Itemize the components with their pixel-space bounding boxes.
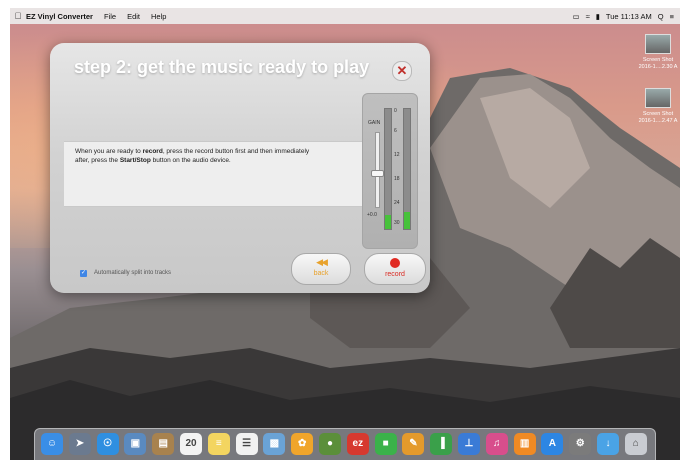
record-label: record [385, 271, 405, 278]
desktop:  EZ Vinyl Converter File Edit Help ▭ ≈ … [10, 8, 680, 460]
keynote-icon[interactable]: ⊥ [458, 433, 480, 455]
back-button[interactable]: ◀◀ back [291, 253, 351, 285]
menu-bar:  EZ Vinyl Converter File Edit Help ▭ ≈ … [10, 8, 680, 24]
ibooks-icon[interactable]: ▥ [513, 433, 536, 455]
downloads-folder-icon[interactable]: ↓ [597, 433, 619, 455]
photo-browser-icon[interactable]: ▣ [124, 433, 147, 455]
menu-file[interactable]: File [104, 12, 116, 21]
gain-value: +0.0 [367, 212, 377, 218]
image-capture-icon[interactable]: ▩ [263, 433, 286, 455]
back-label: back [313, 270, 329, 277]
desktop-file-date: 2016-1....2.47 A [638, 118, 678, 124]
ez-vinyl-icon[interactable]: ez [346, 433, 369, 455]
finder-icon[interactable]: ☺ [41, 433, 63, 455]
trash-icon[interactable]: ⌂ [624, 433, 647, 455]
vu-tick: 18 [394, 176, 400, 182]
close-button[interactable]: ✕ [392, 61, 412, 81]
vu-meter-left [384, 108, 392, 230]
level-meter-panel: GAIN +0.0 0 6 12 18 24 30 [362, 93, 418, 249]
instructions-text-1: When you are ready to [75, 148, 143, 155]
facetime-icon[interactable]: ■ [374, 433, 397, 455]
notification-center-icon[interactable]: ≡ [670, 12, 674, 21]
system-preferences-icon[interactable]: ⚙ [569, 433, 592, 455]
photos-icon[interactable]: ✿ [291, 433, 314, 455]
screenshot-thumbnail-icon [645, 88, 671, 108]
vu-tick: 6 [394, 128, 397, 134]
instructions-start-stop-word: Start/Stop [119, 157, 151, 164]
chrome-icon[interactable]: ● [319, 433, 341, 455]
vu-meter-right [403, 108, 411, 230]
desktop-file-screenshot-1[interactable]: Screen Shot 2016-1....2.30 A [636, 34, 680, 71]
app-store-icon[interactable]: A [541, 433, 564, 455]
status-area: ▭ ≈ ▮ Tue 11:13 AM Q ≡ [573, 8, 674, 24]
numbers-icon[interactable]: ▐ [430, 433, 453, 455]
desktop-file-name: Screen Shot [642, 57, 674, 63]
spotlight-icon[interactable]: Q [658, 12, 664, 21]
reminders-icon[interactable]: ☰ [235, 433, 258, 455]
vu-meter-left-level [385, 214, 391, 229]
wifi-icon[interactable]: ≈ [586, 12, 590, 21]
desktop-file-screenshot-2[interactable]: Screen Shot 2016-1....2.47 A [636, 88, 680, 125]
vu-tick: 12 [394, 152, 400, 158]
instructions-text-3: button on the audio device. [150, 157, 231, 164]
rewind-icon: ◀◀ [316, 257, 328, 267]
vu-meter-right-level [404, 212, 410, 229]
contacts-icon[interactable]: ▤ [152, 433, 175, 455]
battery-icon[interactable]: ▮ [596, 12, 600, 21]
gain-slider-knob[interactable] [371, 170, 384, 177]
desktop-file-date: 2016-1....2.30 A [638, 64, 678, 70]
desktop-file-name: Screen Shot [642, 111, 674, 117]
record-button[interactable]: record [364, 253, 426, 285]
app-menu[interactable]: EZ Vinyl Converter [26, 12, 93, 21]
notes-icon[interactable]: ≡ [207, 433, 230, 455]
auto-split-label[interactable]: Automatically split into tracks [94, 270, 171, 276]
menu-edit[interactable]: Edit [127, 12, 140, 21]
instructions-record-word: record [142, 148, 163, 155]
safari-icon[interactable]: ☉ [96, 433, 119, 455]
vu-tick: 30 [394, 220, 400, 226]
gain-label: GAIN [368, 120, 381, 126]
itunes-icon[interactable]: ♫ [485, 433, 508, 455]
menubar-clock[interactable]: Tue 11:13 AM [606, 12, 652, 21]
vu-tick: 0 [394, 108, 397, 114]
menu-help[interactable]: Help [151, 12, 166, 21]
calendar-icon[interactable]: 20 [180, 433, 202, 455]
screenshot-thumbnail-icon [645, 34, 671, 54]
pages-icon[interactable]: ✎ [402, 433, 425, 455]
dialog-title: step 2: get the music ready to play [74, 57, 370, 77]
launchpad-icon[interactable]: ➤ [68, 433, 91, 455]
auto-split-checkbox[interactable]: ✓ [80, 270, 87, 277]
step-dialog: step 2: get the music ready to play ✕ Wh… [50, 43, 430, 293]
vu-tick: 24 [394, 200, 400, 206]
mirroring-icon[interactable]: ▭ [573, 12, 580, 21]
record-dot-icon [390, 258, 400, 268]
apple-menu-icon[interactable]:  [10, 11, 26, 21]
instructions-text: When you are ready to record, press the … [75, 147, 325, 165]
dock: ☺ ➤ ☉ ▣ ▤ 20 ≡ ☰ ▩ ✿ ● ez ■ ✎ ▐ ⊥ ♫ ▥ A ⚙ ↓ ⌂ [34, 428, 656, 460]
